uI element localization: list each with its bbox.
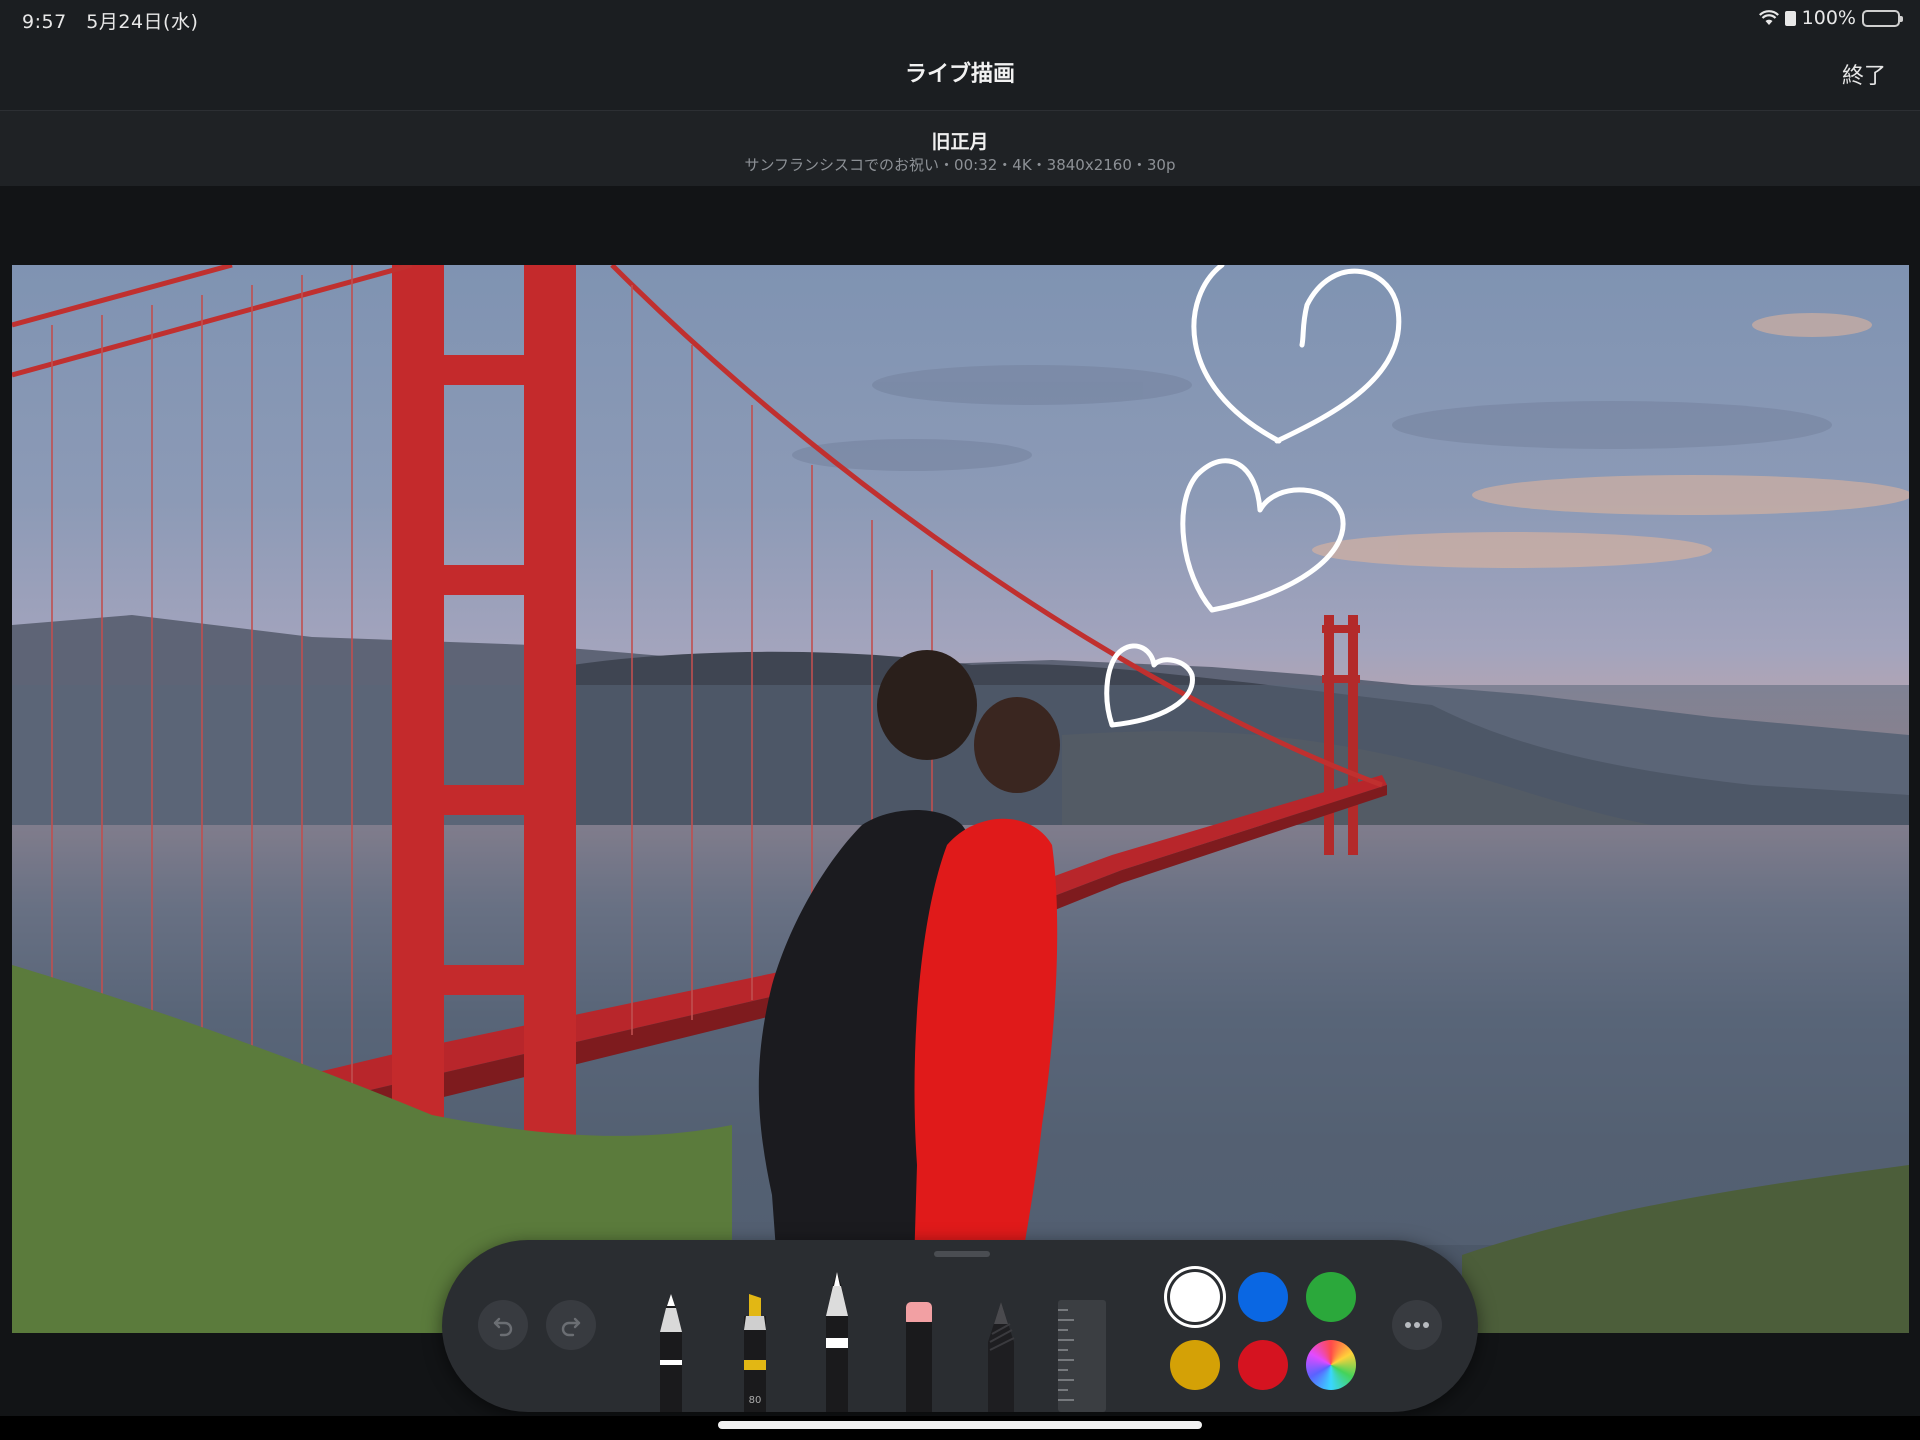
pen-tool[interactable]: [654, 1294, 688, 1412]
eraser-icon: [906, 1302, 932, 1412]
video-title: 旧正月: [931, 131, 989, 153]
ruler-icon: [1058, 1300, 1106, 1412]
color-picker-button[interactable]: [1306, 1340, 1356, 1390]
highlighter-tool[interactable]: 80: [738, 1294, 772, 1412]
pencil-tool[interactable]: [984, 1302, 1018, 1412]
page-title: ライブ描画: [904, 62, 1015, 87]
redo-button[interactable]: [546, 1300, 596, 1350]
lock-rotation-icon: [1784, 10, 1796, 26]
pen-tool-icon: [660, 1294, 682, 1412]
status-date: 5月24日(水): [86, 11, 199, 33]
video-frame[interactable]: [12, 265, 1909, 1333]
done-button[interactable]: 終了: [1842, 58, 1886, 90]
highlighter-width-label: 80: [748, 1395, 762, 1406]
eraser-tool[interactable]: [902, 1302, 936, 1412]
color-swatch-green[interactable]: [1306, 1272, 1356, 1322]
ellipsis-icon: [1405, 1322, 1429, 1328]
battery-percent: 100%: [1801, 7, 1856, 29]
palette-grabber[interactable]: [934, 1251, 990, 1257]
status-clock: 9:57: [22, 11, 67, 33]
monoline-pen-tool[interactable]: [820, 1272, 854, 1412]
ruler-tool[interactable]: [1056, 1300, 1108, 1412]
color-swatch-red[interactable]: [1238, 1340, 1288, 1390]
undo-button[interactable]: [478, 1300, 528, 1350]
status-time: 9:57 5月24日(水): [22, 7, 198, 34]
color-swatch-blue[interactable]: [1238, 1272, 1288, 1322]
status-right: 100%: [1758, 7, 1903, 29]
battery-icon: [1862, 9, 1903, 27]
color-swatch-white[interactable]: [1170, 1272, 1220, 1322]
more-button[interactable]: [1392, 1300, 1442, 1350]
wifi-icon: [1758, 10, 1779, 26]
home-indicator[interactable]: [718, 1421, 1202, 1429]
video-scene: [12, 265, 1909, 1333]
video-info: 旧正月 サンフランシスコでのお祝い・00:32・4K・3840x2160・30p: [0, 111, 1920, 186]
tool-palette: 80: [442, 1240, 1478, 1412]
undo-icon: [493, 1317, 513, 1337]
video-meta: サンフランシスコでのお祝い・00:32・4K・3840x2160・30p: [744, 156, 1176, 174]
color-swatch-yellow[interactable]: [1170, 1340, 1220, 1390]
monoline-pen-icon: [826, 1272, 848, 1412]
pencil-tool-icon: [988, 1302, 1015, 1412]
top-bar: 9:57 5月24日(水) 100% ライブ描画 終了: [0, 0, 1920, 112]
redo-icon: [561, 1317, 581, 1337]
